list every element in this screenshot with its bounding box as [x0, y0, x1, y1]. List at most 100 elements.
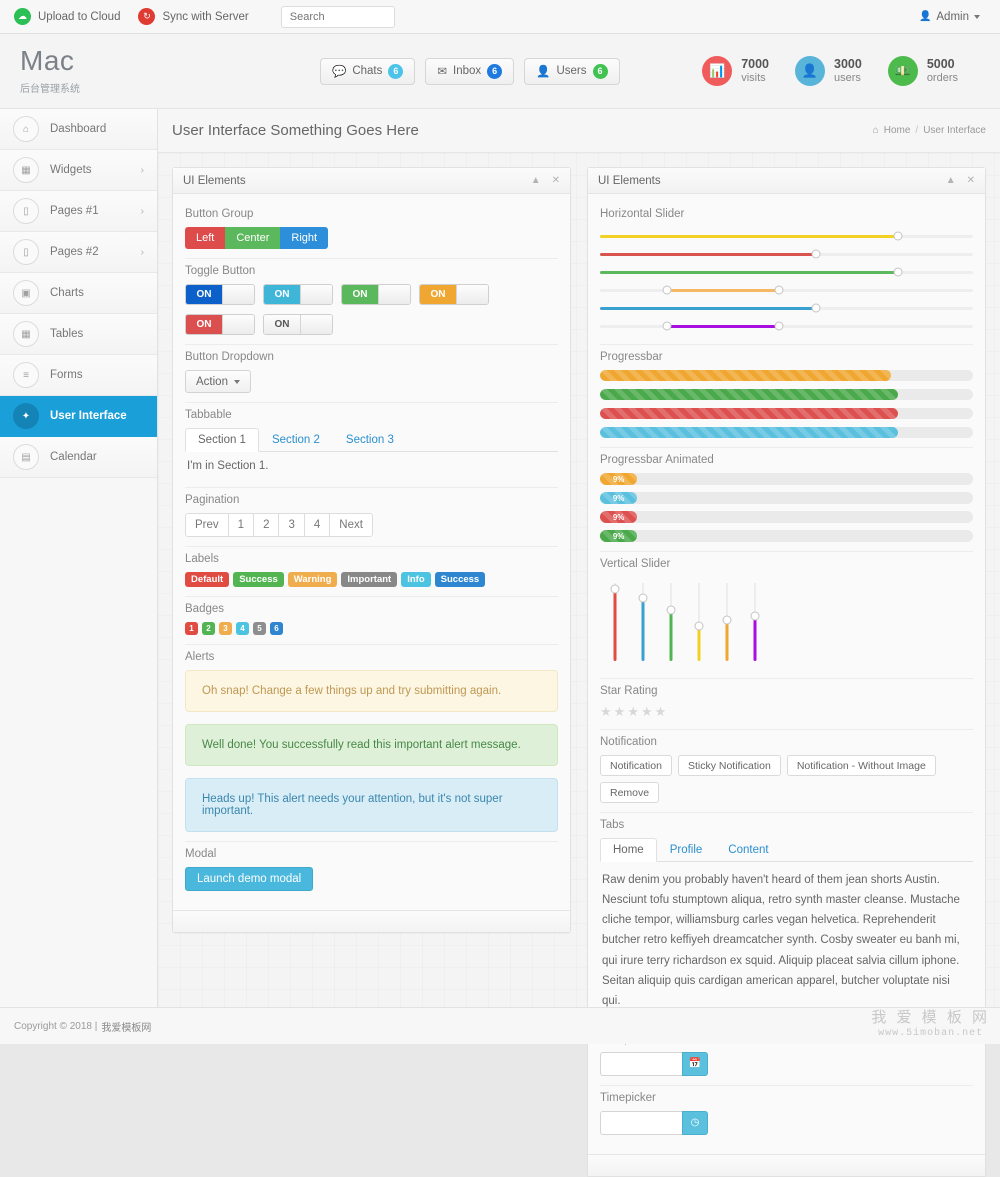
- pagination-item-4[interactable]: 4: [305, 513, 330, 537]
- star-rating-label: Star Rating: [600, 685, 973, 697]
- toggle-button-1[interactable]: ON: [185, 284, 255, 305]
- sync-with-server-button[interactable]: ↻ Sync with Server: [138, 8, 248, 25]
- stat-orders: 💵 5000 orders: [888, 56, 958, 86]
- upload-to-cloud-button[interactable]: ☁ Upload to Cloud: [14, 8, 120, 25]
- slider-handle[interactable]: [750, 611, 759, 620]
- vertical-slider-3[interactable]: [666, 583, 675, 661]
- sidebar-item-tables[interactable]: ▦Tables: [0, 314, 157, 355]
- chevron-up-icon[interactable]: ▲: [531, 175, 541, 186]
- slider-handle-start[interactable]: [663, 286, 672, 295]
- sidebar-item-pages-2[interactable]: ▯Pages #2›: [0, 232, 157, 273]
- close-icon[interactable]: ✕: [552, 175, 560, 186]
- labels-label: Labels: [185, 553, 558, 565]
- notification-button-4[interactable]: Remove: [600, 782, 659, 803]
- sidebar-item-user-interface[interactable]: ✦User Interface: [0, 396, 157, 437]
- clock-icon[interactable]: ◷: [682, 1111, 708, 1135]
- button-right[interactable]: Right: [280, 227, 328, 249]
- users-button[interactable]: 👤 Users 6: [524, 58, 619, 85]
- toggle-button-6[interactable]: ON: [263, 314, 333, 335]
- slider-handle[interactable]: [638, 593, 647, 602]
- slider-handle[interactable]: [666, 606, 675, 615]
- datepicker-input[interactable]: [600, 1052, 682, 1076]
- slider-handle[interactable]: [610, 585, 619, 594]
- chats-button[interactable]: 💬 Chats 6: [320, 58, 415, 85]
- slider-handle[interactable]: [694, 621, 703, 630]
- star-5[interactable]: ★: [655, 704, 667, 720]
- tabbable-tab-section-3[interactable]: Section 3: [333, 428, 407, 452]
- star-2[interactable]: ★: [614, 704, 626, 720]
- badge-2: 2: [202, 622, 215, 635]
- button-center[interactable]: Center: [225, 227, 280, 249]
- pagination-item-next[interactable]: Next: [330, 513, 373, 537]
- search-input[interactable]: [281, 6, 395, 28]
- tabbable-tab-section-1[interactable]: Section 1: [185, 428, 259, 452]
- calendar-icon[interactable]: 📅: [682, 1052, 708, 1076]
- notification-button-3[interactable]: Notification - Without Image: [787, 755, 936, 776]
- admin-menu[interactable]: 👤 Admin: [919, 11, 986, 23]
- slider-handle-start[interactable]: [663, 322, 672, 331]
- toggle-knob[interactable]: [456, 285, 488, 304]
- tabbable-tab-section-2[interactable]: Section 2: [259, 428, 333, 452]
- vertical-slider-4[interactable]: [694, 583, 703, 661]
- horizontal-slider-2[interactable]: [600, 245, 973, 263]
- horizontal-slider-6[interactable]: [600, 317, 973, 335]
- toggle-knob[interactable]: [300, 285, 332, 304]
- toggle-knob[interactable]: [222, 285, 254, 304]
- slider-handle-end[interactable]: [812, 304, 821, 313]
- pagination-item-3[interactable]: 3: [279, 513, 304, 537]
- breadcrumb-home[interactable]: Home: [884, 125, 911, 136]
- horizontal-slider-3[interactable]: [600, 263, 973, 281]
- horizontal-slider-1[interactable]: [600, 227, 973, 245]
- footer-link[interactable]: 我爱模板网: [101, 1019, 151, 1034]
- timepicker-input[interactable]: [600, 1111, 682, 1135]
- sidebar-item-pages-1[interactable]: ▯Pages #1›: [0, 191, 157, 232]
- tab-home[interactable]: Home: [600, 838, 657, 862]
- toggle-knob[interactable]: [300, 315, 332, 334]
- vertical-slider-2[interactable]: [638, 583, 647, 661]
- pagination-item-2[interactable]: 2: [254, 513, 279, 537]
- star-1[interactable]: ★: [600, 704, 612, 720]
- alert-1: Oh snap! Change a few things up and try …: [185, 670, 558, 712]
- action-dropdown-button[interactable]: Action: [185, 370, 251, 393]
- sidebar-item-widgets[interactable]: ▦Widgets›: [0, 150, 157, 191]
- vertical-slider-5[interactable]: [722, 583, 731, 661]
- sidebar-item-calendar[interactable]: ▤Calendar: [0, 437, 157, 478]
- pagination-item-prev[interactable]: Prev: [185, 513, 229, 537]
- vertical-slider-6[interactable]: [750, 583, 759, 661]
- chevron-up-icon[interactable]: ▲: [946, 175, 956, 186]
- horizontal-slider-4[interactable]: [600, 281, 973, 299]
- toggle-knob[interactable]: [378, 285, 410, 304]
- inbox-button[interactable]: ✉ Inbox 6: [425, 58, 514, 85]
- slider-handle-end[interactable]: [894, 232, 903, 241]
- slider-handle[interactable]: [722, 615, 731, 624]
- star-4[interactable]: ★: [641, 704, 653, 720]
- pagination-section: Pagination Prev1234Next: [185, 488, 558, 547]
- star-3[interactable]: ★: [627, 704, 639, 720]
- slider-handle-end[interactable]: [812, 250, 821, 259]
- toggle-button-2[interactable]: ON: [263, 284, 333, 305]
- slider-handle-end[interactable]: [775, 322, 784, 331]
- tab-profile[interactable]: Profile: [657, 838, 716, 862]
- pagination-item-1[interactable]: 1: [229, 513, 254, 537]
- toggle-button-3[interactable]: ON: [341, 284, 411, 305]
- vertical-slider-1[interactable]: [610, 583, 619, 661]
- toggle-button-4[interactable]: ON: [419, 284, 489, 305]
- stat-visits-label: visits: [741, 72, 769, 85]
- launch-demo-modal-button[interactable]: Launch demo modal: [185, 867, 313, 891]
- notification-button-2[interactable]: Sticky Notification: [678, 755, 781, 776]
- close-icon[interactable]: ✕: [967, 175, 975, 186]
- slider-fill: [667, 325, 779, 328]
- brand-name: Mac: [20, 47, 160, 75]
- notification-button-1[interactable]: Notification: [600, 755, 672, 776]
- progressbar-fill: [600, 427, 898, 438]
- tab-content[interactable]: Content: [715, 838, 781, 862]
- horizontal-slider-5[interactable]: [600, 299, 973, 317]
- toggle-button-5[interactable]: ON: [185, 314, 255, 335]
- toggle-knob[interactable]: [222, 315, 254, 334]
- button-left[interactable]: Left: [185, 227, 225, 249]
- slider-handle-end[interactable]: [775, 286, 784, 295]
- sidebar-item-dashboard[interactable]: ⌂Dashboard: [0, 109, 157, 150]
- sidebar-item-forms[interactable]: ≡Forms: [0, 355, 157, 396]
- sidebar-item-charts[interactable]: ▣Charts: [0, 273, 157, 314]
- slider-handle-end[interactable]: [894, 268, 903, 277]
